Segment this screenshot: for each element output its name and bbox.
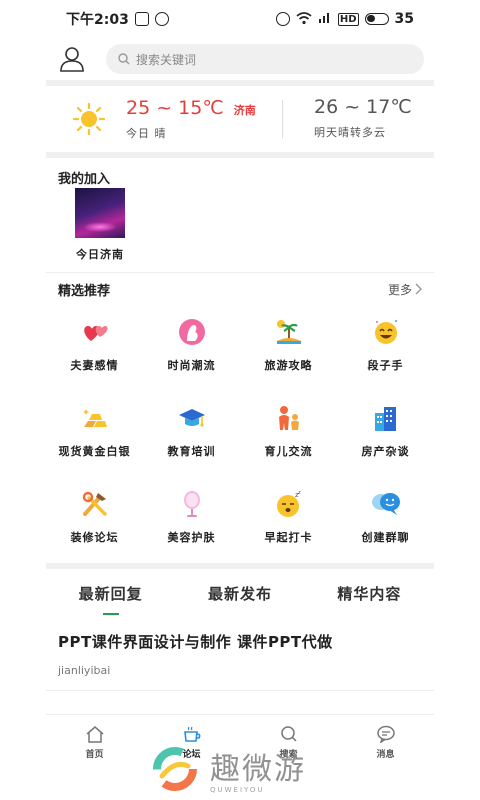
- gold-bars-icon: [80, 403, 110, 433]
- tomorrow-desc: 明天晴转多云: [314, 126, 386, 139]
- home-icon: [86, 726, 103, 743]
- hd-icon: HD: [337, 12, 359, 26]
- check-circle-icon: [154, 12, 169, 26]
- category-label: 夫妻感情: [70, 359, 119, 372]
- category-item[interactable]: 育儿交流: [240, 391, 337, 477]
- tab-featured[interactable]: 精华内容: [337, 569, 401, 617]
- today-temp-row: 25 ~ 15℃ 济南: [126, 97, 256, 119]
- notification-icon: [134, 12, 149, 26]
- category-label: 美容护肤: [167, 531, 216, 544]
- tools-icon: [80, 489, 110, 519]
- category-label: 房产杂谈: [361, 445, 410, 458]
- search-icon: [118, 53, 130, 65]
- status-right: HD 35: [275, 10, 414, 28]
- tab-latest-reply[interactable]: 最新回复: [79, 569, 143, 617]
- sun-icon: [72, 102, 106, 136]
- post-item[interactable]: PPT课件界面设计与制作 课件PPT代做 jianliyibai: [46, 617, 434, 691]
- post-title: PPT课件界面设计与制作 课件PPT代做: [58, 633, 333, 651]
- nav-label: 消息: [376, 750, 395, 760]
- joined-section: 我的加入 今日济南: [46, 158, 434, 262]
- island-icon: [274, 317, 304, 347]
- message-icon: [376, 725, 395, 743]
- chevron-right-icon: [415, 283, 422, 295]
- search-input[interactable]: 搜索关键词: [106, 44, 424, 74]
- status-bar: 下午2:03 HD 35: [0, 0, 480, 38]
- chat-bubbles-icon: [371, 489, 401, 519]
- category-item[interactable]: 夫妻感情: [46, 305, 143, 391]
- category-item[interactable]: 美容护肤: [143, 477, 240, 563]
- joined-item-label: 今日济南: [76, 248, 124, 261]
- category-item[interactable]: 教育培训: [143, 391, 240, 477]
- category-label: 旅游攻略: [264, 359, 313, 372]
- recommend-title: 精选推荐: [58, 283, 111, 299]
- category-item[interactable]: 现货黄金白银: [46, 391, 143, 477]
- signal-icon: [318, 10, 332, 28]
- laughing-face-icon: [371, 317, 401, 347]
- category-item[interactable]: 房产杂谈: [337, 391, 434, 477]
- content-tabs: 最新回复 最新发布 精华内容: [46, 569, 434, 617]
- status-left: 下午2:03: [66, 9, 169, 29]
- today-city: 济南: [233, 104, 256, 117]
- more-link[interactable]: 更多: [388, 281, 422, 298]
- mirror-icon: [177, 489, 207, 519]
- coffee-cup-icon: [183, 726, 200, 742]
- category-item[interactable]: 装修论坛: [46, 477, 143, 563]
- category-label: 教育培训: [167, 445, 216, 458]
- status-time: 下午2:03: [66, 12, 129, 28]
- category-item[interactable]: 旅游攻略: [240, 305, 337, 391]
- category-label: 时尚潮流: [167, 359, 216, 372]
- nav-home[interactable]: 首页: [46, 715, 143, 770]
- category-label: 创建群聊: [361, 531, 410, 544]
- category-item[interactable]: 时尚潮流: [143, 305, 240, 391]
- post-author: jianliyibai: [58, 664, 111, 677]
- category-label: 装修论坛: [70, 531, 119, 544]
- category-grid: 夫妻感情 时尚潮流 旅游攻略 段子手 现货黄金白银 教育培训 育儿交流 房产杂谈…: [46, 305, 434, 563]
- recommend-header: 精选推荐 更多: [46, 273, 434, 305]
- category-label: 现货黄金白银: [58, 445, 131, 458]
- sleepy-face-icon: zz: [274, 489, 304, 519]
- graduation-cap-icon: [177, 403, 207, 433]
- wifi-icon: [296, 11, 312, 28]
- watermark-main: 趣微游: [210, 752, 306, 787]
- category-item[interactable]: 创建群聊: [337, 477, 434, 563]
- parent-child-icon: [274, 403, 304, 433]
- category-item[interactable]: zz 早起打卡: [240, 477, 337, 563]
- hearts-icon: [80, 317, 110, 347]
- battery-level: 35: [394, 11, 414, 27]
- more-label: 更多: [387, 282, 412, 297]
- tomorrow-temp: 26 ~ 17℃: [314, 96, 412, 118]
- watermark-logo-icon: [153, 747, 197, 791]
- joined-thumbnail: [75, 188, 125, 238]
- watermark: 趣微游 QUWEIYOU: [148, 742, 348, 796]
- category-label: 育儿交流: [264, 445, 313, 458]
- joined-item[interactable]: 今日济南: [60, 188, 140, 262]
- weather-divider: [282, 100, 283, 138]
- battery-icon: [364, 13, 389, 25]
- search-placeholder: 搜索关键词: [136, 52, 197, 67]
- nav-label: 首页: [85, 750, 104, 760]
- today-temp: 25 ~ 15℃: [126, 97, 224, 119]
- watermark-text: 趣微游 QUWEIYOU: [210, 744, 306, 794]
- weather-card[interactable]: 25 ~ 15℃ 济南 今日 晴 26 ~ 17℃ 明天晴转多云: [46, 86, 434, 152]
- tomorrow-weather: 26 ~ 17℃ 明天晴转多云: [314, 96, 412, 140]
- nav-messages[interactable]: 消息: [337, 715, 434, 770]
- fashion-icon: [177, 317, 207, 347]
- user-avatar-icon[interactable]: [58, 45, 86, 73]
- category-label: 段子手: [367, 359, 404, 372]
- svg-text:z: z: [298, 490, 301, 496]
- joined-title: 我的加入: [58, 172, 111, 187]
- header: 搜索关键词: [0, 38, 480, 80]
- today-desc: 今日 晴: [126, 127, 167, 140]
- search-icon: [280, 726, 297, 742]
- watermark-sub: QUWEIYOU: [210, 786, 265, 794]
- alarm-icon: [275, 12, 290, 26]
- category-label: 早起打卡: [264, 531, 313, 544]
- building-icon: [371, 403, 401, 433]
- today-weather: 25 ~ 15℃ 济南 今日 晴: [126, 97, 256, 141]
- tab-latest-publish[interactable]: 最新发布: [208, 569, 272, 617]
- category-item[interactable]: 段子手: [337, 305, 434, 391]
